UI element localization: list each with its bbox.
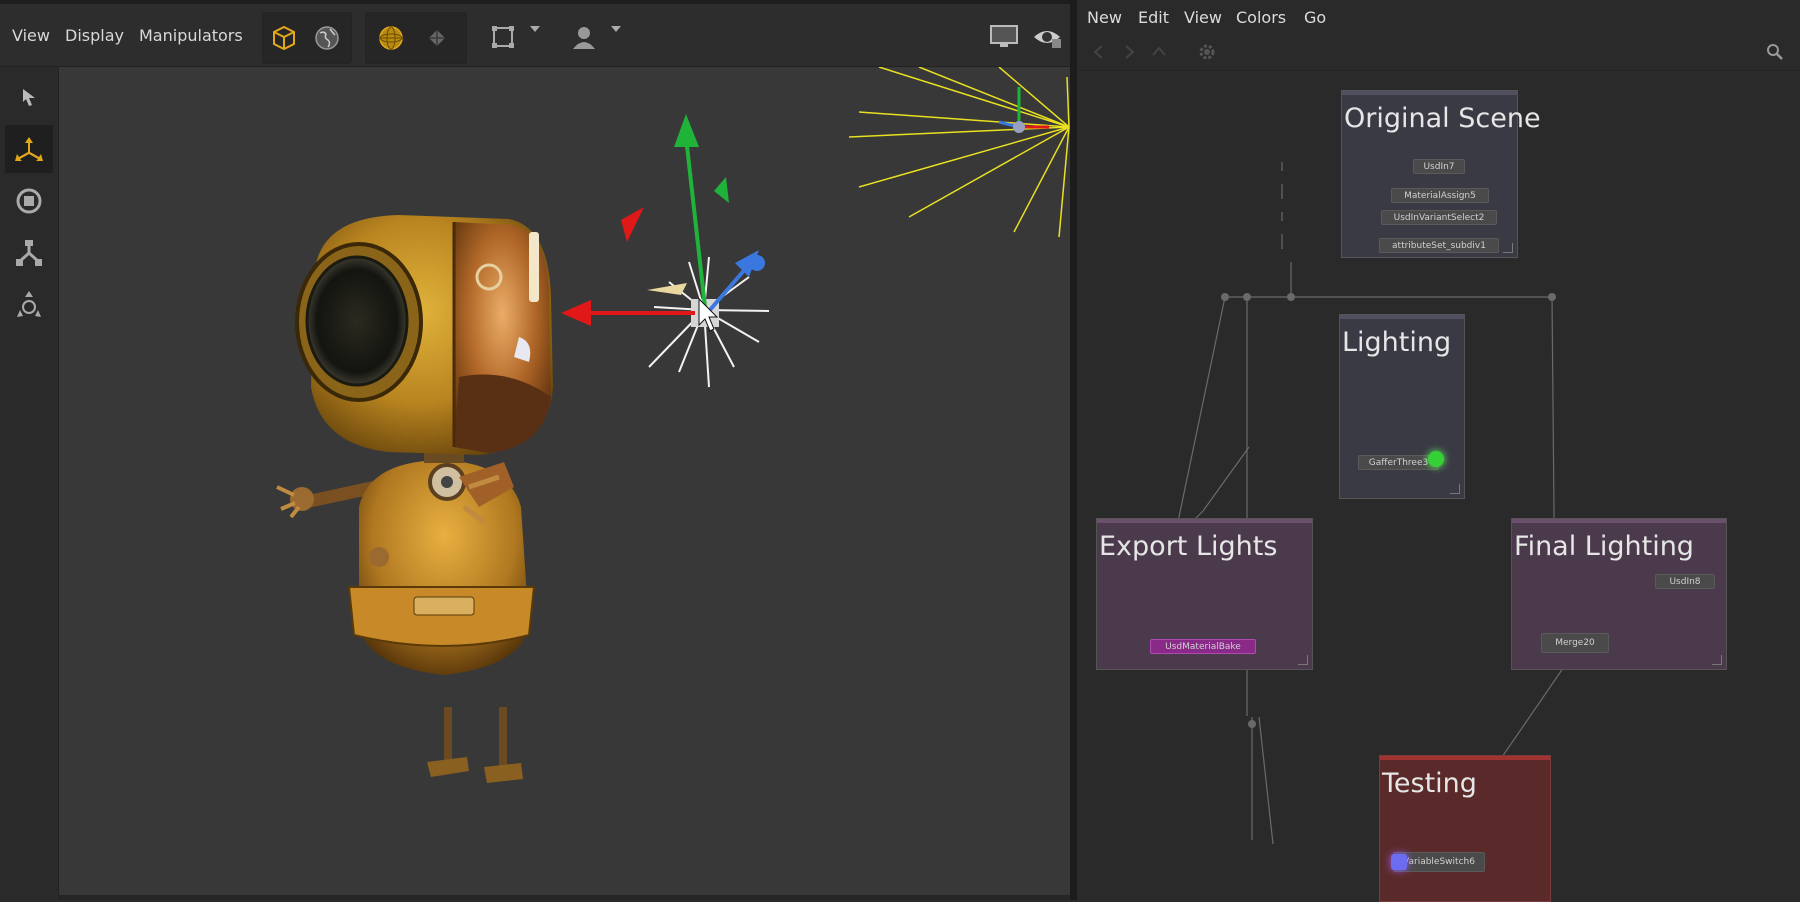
menu-view[interactable]: View	[12, 26, 50, 45]
backdrop-strip	[1512, 519, 1726, 523]
node-gaffer-three3[interactable]: GafferThree3	[1358, 455, 1439, 470]
backdrop-original-scene[interactable]: Original Scene	[1341, 90, 1541, 258]
transform-icon	[17, 291, 41, 317]
node-usdin7[interactable]: UsdIn7	[1413, 159, 1465, 174]
visibility-eye-icon[interactable]	[1028, 18, 1066, 56]
viewer-status-strip	[59, 895, 1070, 900]
robot-model	[276, 215, 553, 783]
backdrop-strip	[1380, 756, 1550, 760]
node-merge20[interactable]: Merge20	[1541, 633, 1609, 653]
backdrop-testing[interactable]: Testing	[1379, 755, 1551, 902]
node-graph-canvas[interactable]: Original Scene UsdIn7 MaterialAssign5 Us…	[1077, 71, 1800, 902]
node-usdin-variant-select2[interactable]: UsdInVariantSelect2	[1381, 210, 1497, 225]
backdrop-strip	[1340, 315, 1464, 319]
3d-viewport[interactable]	[59, 67, 1070, 895]
gear-icon[interactable]	[1197, 42, 1217, 62]
backdrop-title: Export Lights	[1099, 531, 1278, 562]
transform-tool-button[interactable]	[5, 281, 53, 329]
resize-handle[interactable]	[1503, 243, 1513, 253]
node-attributeset-subdiv1[interactable]: attributeSet_subdiv1	[1379, 238, 1499, 253]
light-rays	[848, 67, 1070, 238]
backdrop-strip	[1342, 91, 1517, 95]
gaffer-active-indicator	[1428, 451, 1444, 467]
scene-render	[276, 67, 1070, 783]
resize-handle[interactable]	[1712, 655, 1722, 665]
menu-edit[interactable]: Edit	[1138, 8, 1169, 27]
translate-icon	[15, 137, 43, 161]
resize-handle[interactable]	[1298, 655, 1308, 665]
menu-manipulators[interactable]: Manipulators	[139, 26, 243, 45]
menu-colors[interactable]: Colors	[1236, 8, 1286, 27]
frame-select-icon[interactable]	[484, 18, 522, 56]
menu-new[interactable]: New	[1087, 8, 1122, 27]
monitor-icon[interactable]	[985, 18, 1023, 56]
rotate-icon	[16, 188, 42, 214]
tiles-icon[interactable]	[418, 19, 456, 57]
scale-tool-button[interactable]	[5, 229, 53, 277]
node-graph-panel: New Edit View Colors Go Original Scene U…	[1077, 0, 1800, 902]
cube-icon[interactable]	[265, 19, 303, 57]
backdrop-strip	[1097, 519, 1312, 523]
display-mode-group	[262, 12, 352, 64]
node-graph-menu: New Edit View Colors Go	[1077, 0, 1800, 34]
viewer-panel: View Display Manipulators	[0, 4, 1070, 900]
menu-go[interactable]: Go	[1304, 8, 1326, 27]
node-graph-toolbar	[1077, 34, 1800, 71]
menu-display[interactable]: Display	[65, 26, 124, 45]
view-axis-icon	[998, 87, 1049, 133]
backdrop-title: Lighting	[1342, 327, 1452, 358]
translate-gizmo[interactable]	[561, 114, 765, 326]
forward-arrow-icon[interactable]	[1119, 42, 1139, 62]
translate-tool-button[interactable]	[5, 125, 53, 173]
rotate-tool-button[interactable]	[5, 177, 53, 225]
backdrop-lighting[interactable]: Lighting	[1339, 314, 1465, 499]
search-icon[interactable]	[1765, 42, 1785, 62]
chevron-down-icon[interactable]	[611, 26, 621, 32]
backdrop-title: Testing	[1382, 768, 1477, 799]
scale-icon	[16, 240, 42, 266]
wire-sphere-icon[interactable]	[372, 19, 410, 57]
node-material-assign5[interactable]: MaterialAssign5	[1391, 188, 1489, 203]
backdrop-title: Final Lighting	[1514, 531, 1694, 562]
viewer-toolbar: View Display Manipulators	[0, 4, 1070, 67]
view-flag-indicator	[1391, 854, 1407, 870]
resize-handle[interactable]	[1450, 484, 1460, 494]
panel-divider[interactable]	[1070, 0, 1077, 900]
up-arrow-icon[interactable]	[1149, 42, 1169, 62]
select-tool-button[interactable]	[5, 73, 53, 121]
globe-icon[interactable]	[308, 19, 346, 57]
tool-sidebar	[0, 67, 59, 900]
node-usd-material-bake[interactable]: UsdMaterialBake	[1150, 639, 1256, 654]
back-arrow-icon[interactable]	[1089, 42, 1109, 62]
menu-view[interactable]: View	[1184, 8, 1222, 27]
node-usdin8[interactable]: UsdIn8	[1655, 574, 1715, 589]
arrow-cursor-icon	[23, 89, 35, 106]
camera-user-icon[interactable]	[565, 18, 603, 56]
backdrop-title: Original Scene	[1344, 103, 1541, 134]
chevron-down-icon[interactable]	[530, 26, 540, 32]
shading-group	[365, 12, 467, 64]
